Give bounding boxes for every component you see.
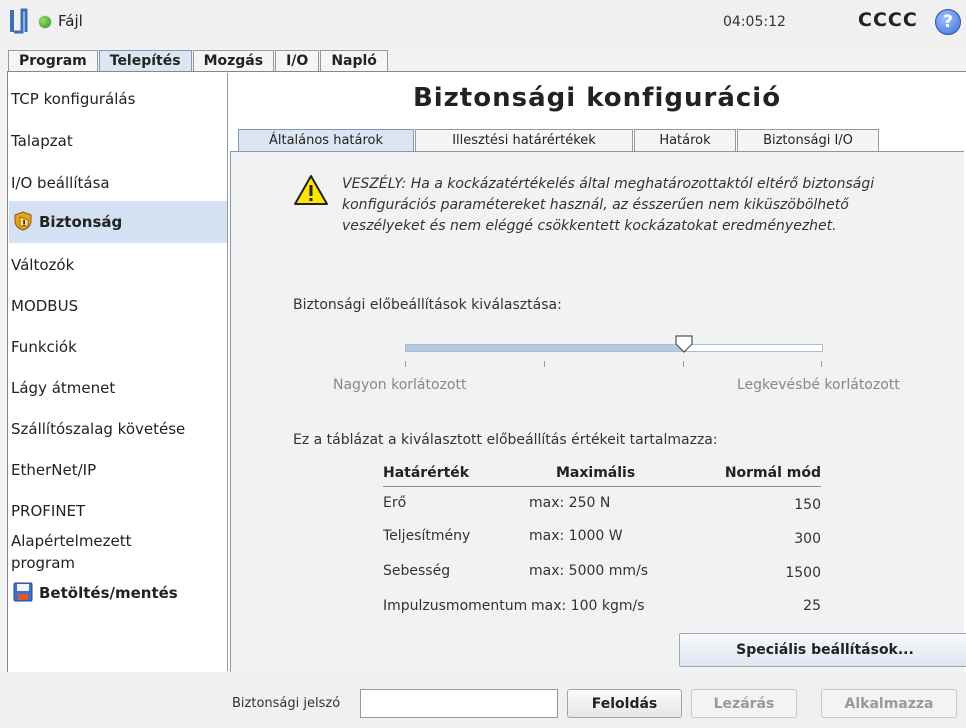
sidebar-item-load-save[interactable]: Betöltés/mentés	[9, 573, 227, 613]
sidebar-item-label: Betöltés/mentés	[39, 584, 178, 602]
cell-limit: Sebesség	[383, 563, 451, 579]
slider-max-label: Legkevésbé korlátozott	[737, 377, 900, 393]
sidebar-item-label: Alapértelmezett program	[11, 532, 132, 572]
table-intro: Ez a táblázat a kiválasztott előbeállítá…	[293, 432, 718, 448]
save-disk-icon	[13, 582, 33, 601]
sidebar-item-profinet[interactable]: PROFINET	[9, 491, 227, 531]
clock: 04:05:12	[723, 14, 786, 30]
sidebar-item-default-program[interactable]: Alapértelmezett program	[9, 530, 159, 574]
tab-log[interactable]: Napló	[320, 50, 388, 71]
sidebar-item-label: TCP konfigurálás	[11, 90, 136, 108]
ur-logo-icon	[10, 8, 28, 34]
sidebar: TCP konfigurálás Talapzat I/O beállítása…	[9, 73, 228, 671]
sidebar-item-modbus[interactable]: MODBUS	[9, 286, 227, 326]
file-menu[interactable]: Fájl	[58, 12, 83, 30]
tab-program[interactable]: Program	[8, 50, 98, 71]
slider-thumb[interactable]	[675, 335, 693, 353]
sidebar-item-variables[interactable]: Változók	[9, 245, 227, 285]
sidebar-item-safety[interactable]: Biztonság	[9, 201, 227, 243]
sidebar-item-label: PROFINET	[11, 502, 86, 520]
preset-slider[interactable]	[405, 344, 823, 352]
safety-password-label: Biztonsági jelszó	[232, 696, 341, 711]
cell-limit: Teljesítmény	[383, 528, 471, 544]
tab-general-limits[interactable]: Általános határok	[238, 129, 414, 153]
preset-label: Biztonsági előbeállítások kiválasztása:	[293, 297, 562, 313]
cell-limit: Impulzusmomentum	[383, 598, 528, 614]
cell-normal-mode: 300	[794, 531, 821, 547]
table-divider	[383, 486, 821, 487]
column-header-maximum: Maximális	[556, 465, 636, 481]
sidebar-item-label: Biztonság	[39, 213, 123, 231]
sidebar-item-label: Szállítószalag követése	[11, 420, 186, 438]
cell-maximum: max: 1000 W	[529, 528, 623, 544]
tab-io[interactable]: I/O	[275, 50, 320, 71]
sidebar-item-features[interactable]: Funkciók	[9, 327, 227, 367]
slider-tick	[544, 361, 545, 367]
tab-move[interactable]: Mozgás	[192, 50, 275, 71]
column-header-limit: Határérték	[383, 465, 470, 481]
sidebar-item-conveyor-tracking[interactable]: Szállítószalag követése	[9, 409, 227, 449]
cell-maximum: max: 250 N	[529, 495, 611, 511]
slider-tick	[821, 361, 822, 367]
sidebar-item-smooth-transition[interactable]: Lágy átmenet	[9, 368, 227, 408]
top-bar: Fájl 04:05:12 CCCC ?	[0, 0, 966, 46]
sidebar-item-label: EtherNet/IP	[11, 461, 97, 479]
main-tabs: Program Telepítés Mozgás I/O Napló	[8, 50, 389, 72]
footer: Biztonsági jelszó Feloldás Lezárás Alkal…	[0, 672, 966, 728]
column-header-normal-mode: Normál mód	[724, 465, 821, 481]
safety-password-input[interactable]	[360, 689, 558, 718]
tab-boundaries[interactable]: Határok	[634, 129, 736, 152]
cell-maximum: max: 100 kgm/s	[529, 598, 645, 614]
sidebar-item-label: Talapzat	[11, 132, 73, 150]
content-area: Biztonsági konfiguráció Általános határo…	[230, 73, 966, 672]
slider-tick	[683, 361, 684, 367]
sidebar-item-label: Változók	[11, 256, 75, 274]
robot-status-icon	[39, 16, 51, 28]
robot-name: CCCC	[858, 9, 918, 31]
unlock-button[interactable]: Feloldás	[567, 689, 682, 718]
cell-normal-mode: 25	[803, 598, 821, 614]
slider-tick	[405, 361, 406, 367]
main-area: TCP konfigurálás Talapzat I/O beállítása…	[7, 71, 966, 674]
danger-warning-text: VESZÉLY: Ha a kockázatértékelés által me…	[342, 176, 875, 234]
sidebar-item-ethernet-ip[interactable]: EtherNet/IP	[9, 450, 227, 490]
sidebar-item-mounting[interactable]: Talapzat	[9, 121, 227, 161]
sidebar-item-label: Funkciók	[11, 338, 77, 356]
help-icon[interactable]: ?	[935, 9, 961, 35]
apply-button[interactable]: Alkalmazza	[821, 689, 957, 718]
advanced-settings-button[interactable]: Speciális beállítások...	[679, 633, 966, 667]
cell-normal-mode: 1500	[785, 565, 821, 581]
slider-min-label: Nagyon korlátozott	[333, 377, 467, 393]
tab-safety-io[interactable]: Biztonsági I/O	[737, 129, 879, 152]
cell-normal-mode: 150	[794, 497, 821, 513]
lock-button[interactable]: Lezárás	[691, 689, 797, 718]
safety-shield-icon	[14, 210, 32, 231]
sidebar-item-label: I/O beállítása	[11, 174, 110, 192]
cell-maximum: max: 5000 mm/s	[529, 563, 649, 579]
cell-limit: Erő	[383, 495, 407, 511]
sidebar-item-label: MODBUS	[11, 297, 79, 315]
warning-icon	[294, 175, 328, 205]
general-limits-panel: VESZÉLY: Ha a kockázatértékelés által me…	[230, 151, 966, 672]
sidebar-item-io-setup[interactable]: I/O beállítása	[9, 163, 227, 203]
page-title: Biztonsági konfiguráció	[412, 83, 782, 113]
slider-fill	[406, 345, 685, 351]
tab-installation[interactable]: Telepítés	[98, 50, 192, 71]
tab-joint-limits[interactable]: Illesztési határértékek	[415, 129, 633, 152]
sidebar-item-tcp[interactable]: TCP konfigurálás	[9, 79, 227, 119]
safety-subtabs: Általános határok Illesztési határértéke…	[230, 129, 964, 153]
sidebar-item-label: Lágy átmenet	[11, 379, 116, 397]
